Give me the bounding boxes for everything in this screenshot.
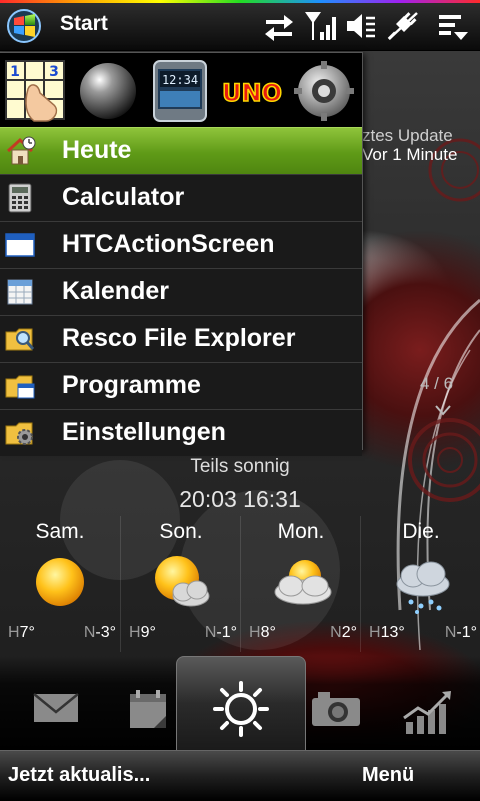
menu-item-label: HTCActionScreen — [62, 230, 275, 258]
color-strip — [0, 0, 480, 3]
softkey-update-now[interactable]: Jetzt aktualis... — [8, 764, 150, 787]
cloudy-sun-icon — [271, 552, 335, 616]
sync-arrows-icon[interactable] — [262, 10, 296, 42]
start-menu: 13 12:34 UNO Heute Calculator HTCActionS… — [0, 52, 363, 456]
menu-item-label: Calculator — [62, 183, 185, 211]
svg-text:1: 1 — [10, 64, 20, 80]
weather-datetime: 20:03 16:31 — [179, 486, 301, 512]
menu-item-heute[interactable]: Heute — [0, 127, 362, 174]
softkey-bar: Jetzt aktualis... Menü — [0, 750, 480, 801]
menu-item-kalender[interactable]: Kalender — [0, 268, 362, 315]
day-name: Mon. — [277, 520, 325, 543]
temp-low: N-3° — [83, 624, 116, 641]
folder-settings-icon — [4, 417, 36, 449]
forecast-day[interactable]: Die. H13° N-1° — [360, 516, 480, 652]
chart-icon — [403, 691, 451, 734]
sun-icon — [213, 681, 269, 737]
menu-item-calculator[interactable]: Calculator — [0, 174, 362, 221]
folder-programs-icon — [4, 370, 36, 402]
calculator-keypad-app-icon[interactable]: 13 — [4, 59, 68, 123]
power-plug-icon[interactable] — [386, 10, 420, 42]
menu-item-resco-file-explorer[interactable]: Resco File Explorer — [0, 315, 362, 362]
forecast-day[interactable]: Mon. H8° N2° — [240, 516, 361, 652]
temp-low: N-1° — [204, 624, 237, 641]
menu-item-einstellungen[interactable]: Einstellungen — [0, 409, 362, 456]
temp-high: H8° — [249, 624, 276, 641]
forecast-strip[interactable]: Sam. H7° N-3° Son. H9° N-1° Mon. H8° N2°… — [0, 516, 480, 652]
window-icon — [4, 229, 36, 261]
camera-icon — [312, 692, 360, 726]
sunny-icon — [30, 552, 94, 616]
folder-search-icon — [4, 323, 36, 355]
uno-app-icon[interactable]: UNO — [220, 59, 284, 123]
menu-item-label: Programme — [62, 371, 201, 399]
last-update-time: Vor 1 Minute — [362, 145, 458, 164]
last-update-label: ztes Update — [362, 126, 453, 145]
page-indicator: 4 / 6 — [420, 374, 454, 393]
temp-high: H7° — [8, 624, 35, 641]
menu-item-label: Resco File Explorer — [62, 324, 296, 352]
start-menu-list-icon[interactable] — [436, 10, 470, 42]
softkey-menu[interactable]: Menü — [362, 764, 414, 787]
tab-strip — [0, 656, 480, 751]
temp-high: H9° — [129, 624, 156, 641]
day-name: Die. — [402, 520, 440, 543]
windows-start-logo-icon[interactable] — [4, 8, 44, 44]
forecast-day[interactable]: Sam. H7° N-3° — [0, 516, 120, 652]
forecast-day[interactable]: Son. H9° N-1° — [120, 516, 241, 652]
temp-low: N-1° — [444, 624, 477, 641]
sphere-app-icon[interactable] — [76, 59, 140, 123]
tab-messages[interactable] — [8, 668, 104, 750]
day-name: Sam. — [35, 520, 85, 543]
title-bar-title: Start — [60, 12, 108, 35]
settings-disc-app-icon[interactable] — [292, 59, 356, 123]
temp-low: N2° — [330, 624, 357, 641]
svg-text:12:34: 12:34 — [162, 73, 198, 87]
htc-screen-app-icon[interactable]: 12:34 — [148, 59, 212, 123]
tab-camera[interactable] — [284, 668, 380, 750]
svg-text:3: 3 — [49, 64, 59, 80]
partly-sunny-icon — [151, 552, 215, 616]
day-name: Son. — [159, 520, 203, 543]
calendar-tab-icon — [130, 690, 166, 728]
snow-cloud-icon — [391, 552, 455, 616]
menu-item-label: Einstellungen — [62, 418, 226, 446]
calculator-icon — [4, 182, 36, 214]
recent-apps-row: 13 12:34 UNO — [0, 53, 362, 127]
menu-item-label: Heute — [62, 136, 132, 164]
volume-muted-icon[interactable] — [344, 10, 378, 42]
chevron-down-icon[interactable] — [434, 402, 452, 416]
menu-list: Heute Calculator HTCActionScreen Kalende… — [0, 127, 362, 456]
tab-stocks[interactable] — [378, 668, 474, 750]
menu-item-label: Kalender — [62, 277, 169, 305]
menu-item-programme[interactable]: Programme — [0, 362, 362, 409]
temp-high: H13° — [369, 624, 405, 641]
weather-condition: Teils sonnig — [190, 456, 290, 477]
title-bar: Start — [0, 0, 480, 51]
signal-strength-icon[interactable] — [304, 10, 338, 42]
calendar-icon — [4, 276, 36, 308]
menu-item-htcactionscreen[interactable]: HTCActionScreen — [0, 221, 362, 268]
envelope-icon — [33, 693, 79, 722]
home-icon — [4, 135, 36, 167]
svg-text:UNO: UNO — [222, 79, 282, 107]
